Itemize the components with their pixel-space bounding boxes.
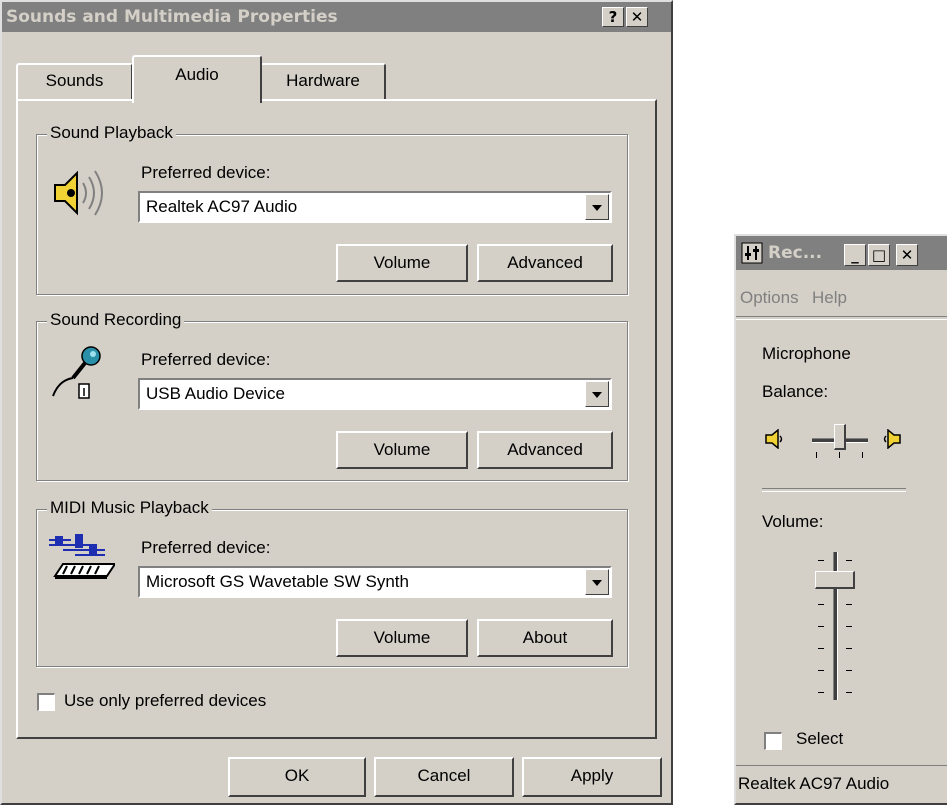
tab-audio-label: Audio	[175, 65, 219, 84]
microphone-icon	[52, 346, 101, 399]
chevron-down-icon[interactable]	[585, 381, 609, 407]
playback-preferred-label: Preferred device:	[141, 163, 271, 182]
recorder-status-text: Realtek AC97 Audio	[738, 774, 890, 793]
close-button[interactable]: ✕	[626, 7, 648, 27]
chevron-down-icon[interactable]	[585, 194, 609, 220]
dialog-titlebar[interactable]: Sounds and Multimedia Properties ? ✕	[2, 2, 671, 32]
tab-hardware[interactable]: Hardware	[260, 63, 386, 101]
volume-tick-left	[818, 560, 824, 561]
menu-divider	[736, 316, 947, 320]
volume-tick-right	[846, 604, 852, 605]
mixer-app-icon	[741, 242, 763, 264]
midi-preferred-label: Preferred device:	[141, 538, 271, 557]
tab-sounds-label: Sounds	[45, 71, 104, 90]
minimize-icon[interactable]: _	[844, 244, 866, 266]
speaker-icon	[54, 170, 103, 216]
playback-device-value: Realtek AC97 Audio	[146, 197, 298, 216]
right-speaker-icon	[883, 429, 901, 449]
volume-tick-left	[818, 692, 824, 693]
sound-playback-group: Sound Playback Preferred device: Realtek…	[36, 123, 628, 295]
section-divider	[762, 488, 906, 492]
help-button[interactable]: ?	[602, 7, 624, 27]
volume-tick-right	[846, 648, 852, 649]
close-icon[interactable]: ✕	[896, 244, 918, 266]
volume-slider[interactable]	[810, 548, 860, 704]
recorder-titlebar[interactable]: Rec... _ □ ✕	[736, 236, 947, 270]
chevron-down-icon[interactable]	[585, 569, 609, 595]
balance-tick-mid	[839, 452, 840, 458]
midi-volume-button[interactable]: Volume	[336, 619, 468, 657]
volume-tick-left	[818, 648, 824, 649]
ok-button[interactable]: OK	[228, 757, 366, 797]
recording-control-window: Rec... _ □ ✕ Options Help Microphone Bal…	[734, 234, 947, 805]
volume-tick-right	[846, 626, 852, 627]
balance-tick-left	[816, 452, 817, 458]
recording-device-select[interactable]: USB Audio Device	[138, 378, 612, 410]
playback-device-select[interactable]: Realtek AC97 Audio	[138, 191, 612, 223]
select-checkbox[interactable]	[764, 732, 782, 750]
sound-playback-label: Sound Playback	[47, 123, 176, 143]
balance-label: Balance:	[762, 382, 829, 401]
recording-device-value: USB Audio Device	[146, 384, 285, 403]
tab-hardware-label: Hardware	[286, 71, 360, 90]
recorder-status-bar: Realtek AC97 Audio	[736, 765, 947, 805]
select-label[interactable]: Select	[796, 729, 843, 749]
midi-device-select[interactable]: Microsoft GS Wavetable SW Synth	[138, 566, 612, 598]
sounds-multimedia-dialog: Sounds and Multimedia Properties ? ✕ Sou…	[0, 0, 673, 805]
balance-slider[interactable]	[812, 424, 868, 464]
playback-advanced-button[interactable]: Advanced	[477, 244, 613, 282]
recording-volume-button[interactable]: Volume	[336, 431, 468, 469]
volume-tick-left	[818, 626, 824, 627]
preferred-only-checkbox[interactable]	[37, 693, 55, 711]
volume-tick-right	[846, 670, 852, 671]
maximize-icon[interactable]: □	[868, 244, 890, 266]
recording-preferred-label: Preferred device:	[141, 350, 271, 369]
volume-tick-left	[818, 604, 824, 605]
volume-thumb[interactable]	[815, 571, 855, 589]
preferred-only-label[interactable]: Use only preferred devices	[64, 691, 266, 711]
volume-tick-right	[846, 692, 852, 693]
tab-audio[interactable]: Audio	[132, 55, 262, 103]
balance-thumb[interactable]	[834, 424, 846, 450]
sound-recording-group: Sound Recording Preferred device: USB Au…	[36, 310, 628, 481]
sound-recording-label: Sound Recording	[47, 310, 185, 330]
audio-tab-page: Sound Playback Preferred device: Realtek…	[16, 99, 657, 739]
left-speaker-icon	[765, 429, 783, 449]
playback-volume-button[interactable]: Volume	[336, 244, 468, 282]
channel-name: Microphone	[762, 344, 851, 363]
tab-sounds[interactable]: Sounds	[16, 63, 133, 101]
balance-tick-right	[862, 452, 863, 458]
volume-label: Volume:	[762, 512, 824, 531]
midi-about-button[interactable]: About	[477, 619, 613, 657]
midi-playback-label: MIDI Music Playback	[47, 498, 212, 518]
recorder-title: Rec...	[768, 243, 823, 263]
volume-tick-left	[818, 670, 824, 671]
midi-device-value: Microsoft GS Wavetable SW Synth	[146, 572, 409, 591]
recording-advanced-button[interactable]: Advanced	[477, 431, 613, 469]
apply-button[interactable]: Apply	[522, 757, 662, 797]
cancel-button[interactable]: Cancel	[374, 757, 514, 797]
dialog-title: Sounds and Multimedia Properties	[6, 7, 338, 27]
menu-options[interactable]: Options	[740, 288, 799, 308]
menu-help[interactable]: Help	[812, 288, 847, 308]
volume-tick-right	[846, 560, 852, 561]
midi-keyboard-icon	[49, 534, 115, 579]
midi-playback-group: MIDI Music Playback Preferred device: Mi…	[36, 498, 628, 667]
